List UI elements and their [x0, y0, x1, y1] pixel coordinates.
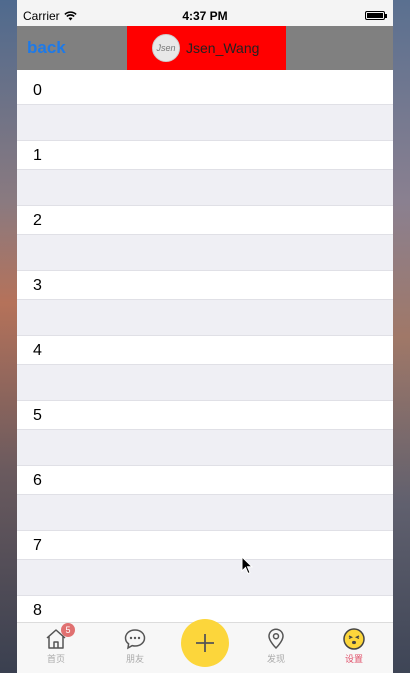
tab-bar: 5 首页 朋友 发现 设置	[17, 619, 393, 673]
row-label: 5	[33, 407, 42, 424]
section-gap	[17, 105, 393, 141]
page-title: Jsen_Wang	[186, 40, 260, 56]
navigation-bar: back Jsen Jsen_Wang	[17, 26, 393, 70]
table-row[interactable]: 5	[17, 401, 393, 430]
table-row[interactable]: 7	[17, 531, 393, 560]
plus-icon	[196, 634, 214, 652]
row-label: 1	[33, 147, 42, 164]
mouse-pointer-icon	[241, 556, 253, 575]
section-gap	[17, 170, 393, 206]
section-gap	[17, 235, 393, 271]
desktop-wallpaper-left	[0, 0, 17, 673]
row-label: 7	[33, 537, 42, 554]
battery-icon	[365, 11, 387, 20]
notification-badge: 5	[61, 623, 75, 637]
desktop-wallpaper-right	[393, 0, 410, 673]
status-time: 4:37 PM	[182, 9, 228, 23]
tab-label: 设置	[344, 654, 363, 664]
table-view[interactable]: 0 1 2 3 4 5 6 7 8	[17, 76, 393, 625]
section-gap	[17, 430, 393, 466]
tab-label: 朋友	[125, 654, 144, 664]
avatar: Jsen	[152, 34, 180, 62]
table-row[interactable]: 1	[17, 141, 393, 170]
row-label: 4	[33, 342, 42, 359]
add-button[interactable]	[181, 619, 229, 667]
status-bar: Carrier 4:37 PM	[17, 0, 393, 26]
row-label: 8	[33, 602, 42, 619]
tab-settings[interactable]: 设置	[326, 627, 382, 665]
section-gap	[17, 560, 393, 596]
simulator-screen: Carrier 4:37 PM back Jsen Jsen_Wang 0 1 …	[17, 0, 393, 673]
table-row[interactable]: 6	[17, 466, 393, 495]
row-label: 6	[33, 472, 42, 489]
row-label: 0	[33, 82, 42, 99]
table-row[interactable]: 0	[17, 76, 393, 105]
location-pin-icon	[268, 628, 284, 650]
section-gap	[17, 495, 393, 531]
back-button[interactable]: back	[27, 38, 66, 58]
row-label: 2	[33, 212, 42, 229]
tab-label: 发现	[266, 654, 285, 664]
table-row[interactable]: 4	[17, 336, 393, 365]
tab-label: 首页	[46, 654, 65, 664]
section-gap	[17, 365, 393, 401]
tab-friends[interactable]: 朋友	[107, 627, 163, 665]
row-label: 3	[33, 277, 42, 294]
section-gap	[17, 300, 393, 336]
face-emoji-icon	[343, 628, 365, 650]
title-view[interactable]: Jsen Jsen_Wang	[127, 26, 286, 70]
tab-discover[interactable]: 发现	[248, 627, 304, 665]
tab-home[interactable]: 5 首页	[28, 623, 84, 665]
chat-bubble-icon	[124, 629, 146, 650]
table-row[interactable]: 2	[17, 206, 393, 235]
avatar-text: Jsen	[156, 43, 176, 53]
table-row[interactable]: 3	[17, 271, 393, 300]
